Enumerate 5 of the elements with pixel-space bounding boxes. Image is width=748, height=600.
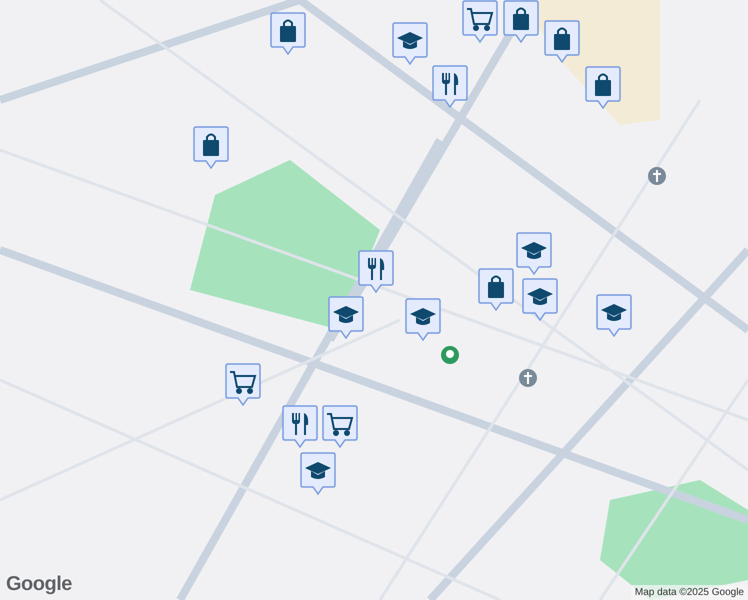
google-logo: Google xyxy=(6,573,72,596)
map-attribution: Map data ©2025 Google xyxy=(630,585,748,600)
place-of-worship-icon xyxy=(519,369,537,387)
park-icon xyxy=(441,346,459,364)
place-of-worship-icon xyxy=(648,167,666,185)
